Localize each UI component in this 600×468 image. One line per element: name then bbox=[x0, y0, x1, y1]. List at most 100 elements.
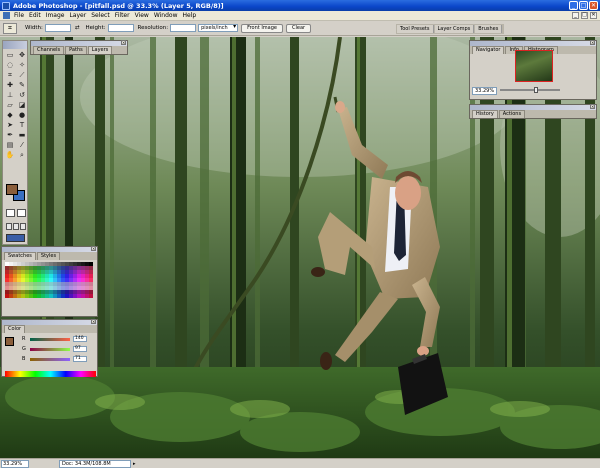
resolution-unit-select[interactable]: pixels/inch bbox=[198, 24, 239, 32]
history-palette: × History Actions bbox=[469, 104, 597, 119]
well-tab-tool-presets[interactable]: Tool Presets bbox=[397, 25, 434, 33]
menu-layer[interactable]: Layer bbox=[69, 12, 86, 19]
green-value-input[interactable]: 97 bbox=[73, 346, 87, 352]
menu-file[interactable]: File bbox=[14, 12, 24, 19]
move-tool-icon[interactable]: ✥ bbox=[16, 50, 28, 60]
menu-view[interactable]: View bbox=[135, 12, 149, 19]
jump-to-imageready-icon[interactable] bbox=[6, 234, 25, 242]
tab-history[interactable]: History bbox=[472, 110, 498, 118]
brush-icon[interactable]: ✎ bbox=[16, 80, 28, 90]
resolution-input[interactable] bbox=[170, 24, 197, 32]
menu-select[interactable]: Select bbox=[91, 12, 110, 19]
blur-icon[interactable]: ◆ bbox=[4, 110, 16, 120]
tab-channels[interactable]: Channels bbox=[33, 46, 65, 54]
height-input[interactable] bbox=[107, 24, 134, 32]
shape-tool-icon[interactable]: ▬ bbox=[16, 130, 28, 140]
hand-tool-icon[interactable]: ✋ bbox=[4, 150, 16, 160]
swatches-palette-header[interactable]: × bbox=[2, 246, 97, 252]
tab-styles[interactable]: Styles bbox=[36, 252, 61, 260]
maximize-button[interactable]: □ bbox=[579, 1, 588, 10]
pen-tool-icon[interactable]: ✒ bbox=[4, 130, 16, 140]
screen-mode-full-menu-icon[interactable] bbox=[13, 223, 19, 230]
red-slider[interactable] bbox=[30, 337, 70, 341]
path-select-icon[interactable]: ➤ bbox=[4, 120, 16, 130]
tab-swatches[interactable]: Swatches bbox=[4, 252, 36, 260]
front-image-button[interactable]: Front Image bbox=[241, 23, 283, 33]
standard-mode-icon[interactable] bbox=[6, 209, 15, 217]
navigator-palette-header[interactable]: × bbox=[470, 40, 596, 46]
crop-icon[interactable]: ⌗ bbox=[4, 70, 16, 80]
width-label: Width: bbox=[25, 25, 43, 31]
swatches-palette-close-icon[interactable]: × bbox=[91, 246, 96, 251]
zoom-tool-icon[interactable]: ⌕ bbox=[16, 150, 28, 160]
navigator-zoom-slider-knob[interactable] bbox=[534, 87, 538, 93]
color-swatches[interactable] bbox=[6, 184, 26, 202]
color-palette-close-icon[interactable]: × bbox=[91, 319, 96, 324]
status-zoom-field[interactable]: 33.29% bbox=[1, 459, 29, 468]
navigator-preview-thumbnail[interactable] bbox=[515, 50, 553, 82]
tab-paths[interactable]: Paths bbox=[65, 46, 87, 54]
layers-palette-header[interactable]: × bbox=[31, 40, 127, 46]
document-window-controls: _ □ ✕ bbox=[572, 12, 597, 19]
document-icon[interactable] bbox=[3, 12, 10, 19]
minimize-button[interactable]: _ bbox=[569, 1, 578, 10]
eraser-icon[interactable]: ▱ bbox=[4, 100, 16, 110]
navigator-zoom-slider[interactable] bbox=[500, 87, 560, 93]
paint-bucket-icon[interactable]: ◪ bbox=[16, 100, 28, 110]
blue-slider[interactable] bbox=[30, 357, 70, 361]
clear-button[interactable]: Clear bbox=[286, 23, 312, 33]
status-menu-arrow-icon[interactable]: ▸ bbox=[133, 461, 136, 467]
clone-stamp-icon[interactable]: ⊥ bbox=[4, 90, 16, 100]
dodge-icon[interactable]: ● bbox=[16, 110, 28, 120]
tab-layers[interactable]: Layers bbox=[87, 46, 113, 54]
screen-mode-standard-icon[interactable] bbox=[6, 223, 12, 230]
menu-filter[interactable]: Filter bbox=[115, 12, 130, 19]
color-spectrum-ramp[interactable] bbox=[5, 371, 96, 377]
width-input[interactable] bbox=[44, 24, 71, 32]
layers-palette-close-icon[interactable]: × bbox=[121, 40, 126, 45]
foreground-color-swatch[interactable] bbox=[6, 184, 18, 195]
doc-minimize-button[interactable]: _ bbox=[572, 12, 579, 19]
marquee-tool-icon[interactable]: ▭ bbox=[4, 50, 16, 60]
crop-tool-icon[interactable]: ⌗ bbox=[3, 22, 17, 34]
doc-restore-button[interactable]: □ bbox=[581, 12, 588, 19]
history-palette-header[interactable]: × bbox=[470, 104, 596, 110]
tab-actions[interactable]: Actions bbox=[498, 110, 526, 118]
notes-icon[interactable]: ▤ bbox=[4, 140, 16, 150]
navigator-palette-close-icon[interactable]: × bbox=[590, 40, 595, 45]
mask-modes bbox=[6, 209, 26, 217]
quick-mask-icon[interactable] bbox=[17, 209, 26, 217]
tab-navigator[interactable]: Navigator bbox=[472, 46, 505, 54]
history-brush-icon[interactable]: ↺ bbox=[16, 90, 28, 100]
type-tool-icon[interactable]: T bbox=[16, 120, 28, 130]
healing-brush-icon[interactable]: ✚ bbox=[4, 80, 16, 90]
slice-icon[interactable]: ⟋ bbox=[16, 70, 28, 80]
red-value-input[interactable]: 140 bbox=[73, 336, 87, 342]
menu-edit[interactable]: Edit bbox=[29, 12, 41, 19]
history-palette-close-icon[interactable]: × bbox=[590, 104, 595, 109]
navigator-zoom-field[interactable]: 33.29% bbox=[472, 87, 498, 95]
swatch-cell[interactable] bbox=[89, 294, 93, 298]
red-channel-row: R 140 bbox=[22, 336, 87, 342]
swatch-grid[interactable] bbox=[2, 260, 97, 300]
close-button[interactable]: ✕ bbox=[589, 1, 598, 10]
magic-wand-icon[interactable]: ✧ bbox=[16, 60, 28, 70]
tab-color[interactable]: Color bbox=[4, 325, 26, 333]
menu-help[interactable]: Help bbox=[183, 12, 197, 19]
menu-image[interactable]: Image bbox=[46, 12, 65, 19]
doc-close-button[interactable]: ✕ bbox=[590, 12, 597, 19]
blue-value-input[interactable]: 71 bbox=[73, 356, 87, 362]
toolbox-header[interactable] bbox=[3, 41, 27, 49]
color-palette-foreground-swatch[interactable] bbox=[5, 337, 14, 346]
green-slider[interactable] bbox=[30, 347, 70, 351]
palette-well: Tool Presets Layer Comps Brushes bbox=[396, 24, 505, 34]
swap-icon[interactable]: ⇄ bbox=[75, 25, 80, 31]
photoshop-app-icon[interactable] bbox=[2, 1, 10, 10]
color-palette-header[interactable]: × bbox=[2, 319, 97, 325]
screen-mode-full-icon[interactable] bbox=[20, 223, 26, 230]
lasso-tool-icon[interactable]: ◌ bbox=[4, 60, 16, 70]
eyedropper-icon[interactable]: ⁄ bbox=[16, 140, 28, 150]
well-tab-layer-comps[interactable]: Layer Comps bbox=[434, 25, 475, 33]
menu-window[interactable]: Window bbox=[154, 12, 178, 19]
well-tab-brushes[interactable]: Brushes bbox=[475, 25, 503, 33]
